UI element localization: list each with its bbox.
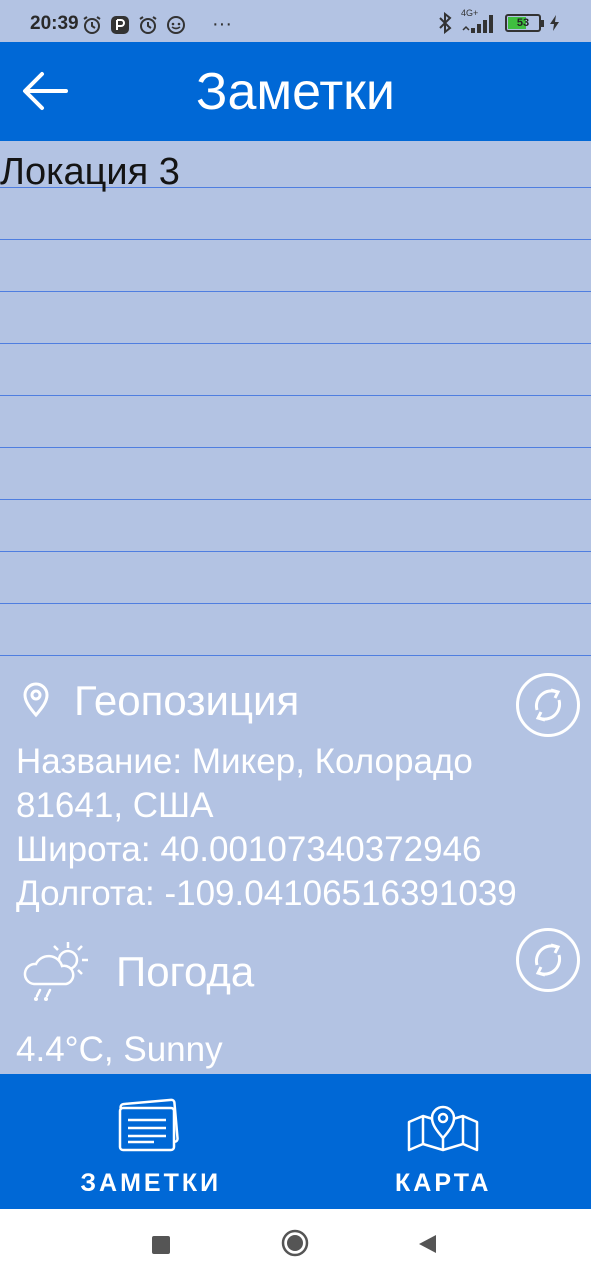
battery-icon: 53 [505,14,544,32]
bottom-navigation: ЗАМЕТКИ КАРТА [0,1074,591,1209]
more-notifications: ··· [212,13,232,35]
status-left-icons: ··· [82,13,232,36]
status-right-icons: 4G+ 53 [437,8,561,34]
refresh-icon [534,943,562,977]
geo-section-title: Геопозиция [74,677,300,724]
alarm-icon [139,15,157,34]
square-icon [152,1236,170,1254]
map-icon [408,1105,479,1152]
page-title: Заметки [196,63,395,121]
weather-section-title: Погода [116,948,255,995]
face-icon [167,15,185,34]
charging-icon [550,15,559,31]
nav-item-map[interactable]: КАРТА [296,1074,591,1209]
weather-value: 4.4°C, Sunny [16,1030,223,1069]
refresh-geo-button[interactable] [516,673,580,737]
battery-level: 53 [516,17,530,29]
circle-icon [281,1229,309,1257]
note-text[interactable]: Локация 3 [0,151,180,194]
weather-cloud-sun-rain-icon [23,942,88,1001]
status-time: 20:39 [30,13,79,34]
recent-apps-button[interactable] [151,1235,171,1260]
refresh-icon [534,688,562,722]
location-pin-icon [23,682,49,718]
system-navigation-bar [0,1209,591,1280]
geo-name-line1: Название: Микер, Колорадо [16,742,473,781]
nav-item-notes[interactable]: ЗАМЕТКИ [0,1074,296,1209]
geo-longitude: Долгота: -109.04106516391039 [16,874,517,913]
refresh-weather-button[interactable] [516,928,580,992]
back-nav-button[interactable] [416,1233,438,1260]
geo-name-line2: 81641, США [16,786,214,825]
triangle-back-icon [419,1235,436,1253]
nav-label-map: КАРТА [395,1169,492,1197]
geo-latitude: Широта: 40.00107340372946 [16,830,482,869]
alarm-icon [83,15,101,34]
nav-label-notes: ЗАМЕТКИ [80,1169,222,1197]
notes-icon [118,1098,179,1152]
geo-details: Название: Микер, Колорадо 81641, США Шир… [16,740,586,916]
note-editor[interactable]: Локация 3 [0,141,591,659]
app-bar: Заметки [0,42,591,141]
bluetooth-icon [439,12,452,34]
app-icon [111,15,129,34]
signal-icon: 4G+ [461,8,497,34]
home-button[interactable] [281,1229,309,1262]
